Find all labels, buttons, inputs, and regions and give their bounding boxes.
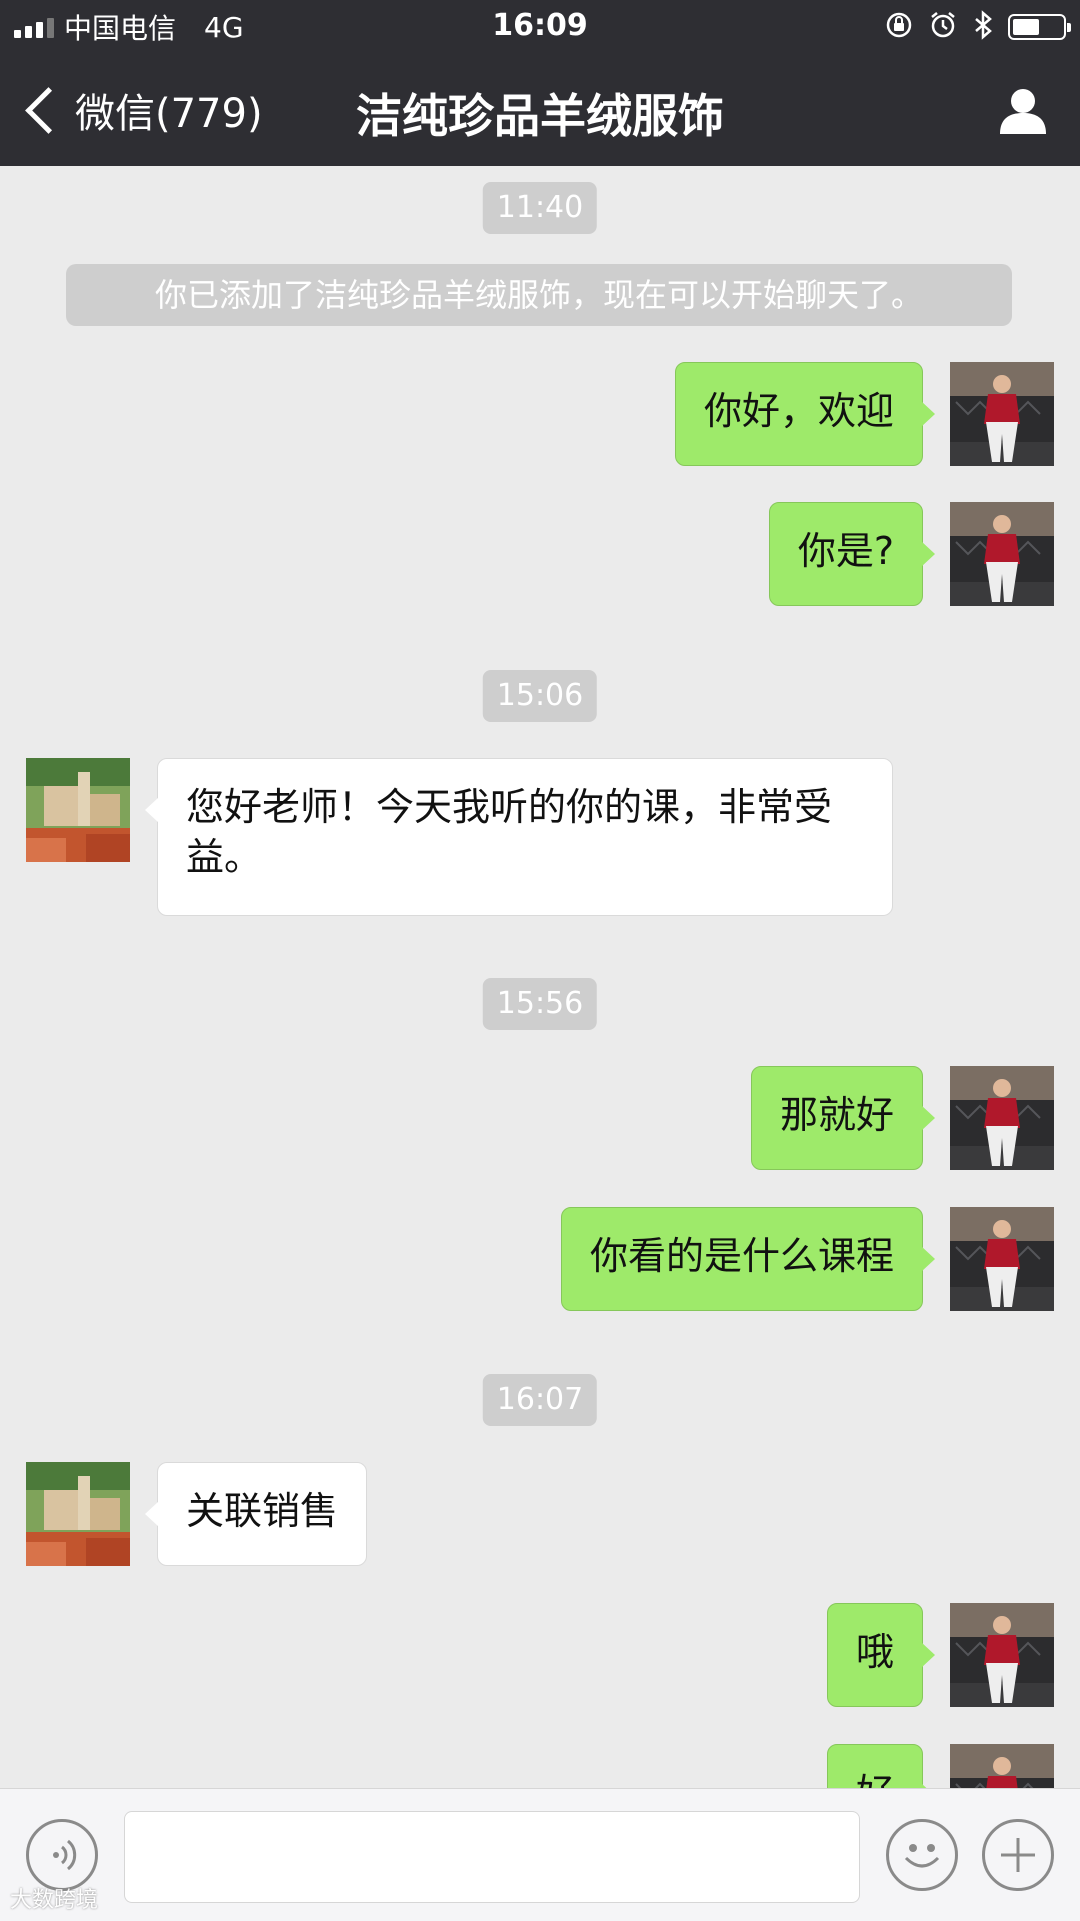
chat-title: 洁纯珍品羊绒服饰 <box>356 89 724 143</box>
status-right <box>884 9 1071 45</box>
self-avatar[interactable] <box>950 502 1054 606</box>
profile-button[interactable] <box>996 84 1050 138</box>
watermark: 大数跨境 <box>10 1888 99 1913</box>
timestamp: 15:06 <box>482 670 598 722</box>
message-bubble[interactable]: 你是? <box>768 502 936 606</box>
timestamp: 11:40 <box>482 182 598 234</box>
alarm-icon <box>928 10 958 45</box>
person-icon <box>1000 89 1046 134</box>
bluetooth-icon <box>972 9 994 45</box>
emoji-icon <box>904 1844 940 1868</box>
message-bubble[interactable]: 哦 <box>826 1603 936 1707</box>
self-avatar[interactable] <box>950 1066 1054 1170</box>
battery-icon <box>1008 14 1071 40</box>
self-avatar[interactable] <box>950 362 1054 466</box>
emoji-button[interactable] <box>886 1819 958 1891</box>
voice-icon <box>53 1839 77 1871</box>
system-notice: 你已添加了洁纯珍品羊绒服饰，现在可以开始聊天了。 <box>66 264 1012 326</box>
message-bubble[interactable]: 您好老师！今天我听的你的课，非常受益。 <box>145 758 893 916</box>
input-bar <box>0 1788 1080 1921</box>
status-bar: 中国电信 4G 16:09 <box>0 0 1080 54</box>
self-avatar[interactable] <box>950 1744 1054 1788</box>
message-bubble[interactable]: 那就好 <box>750 1066 936 1170</box>
rotation-lock-icon <box>884 10 914 45</box>
message-bubble[interactable]: 好 <box>826 1744 936 1788</box>
timestamp: 16:07 <box>482 1374 598 1426</box>
message-input[interactable] <box>124 1811 860 1903</box>
timestamp: 15:56 <box>482 978 598 1030</box>
chat-area[interactable]: 11:40 你已添加了洁纯珍品羊绒服饰，现在可以开始聊天了。 你好，欢迎 你是?… <box>0 166 1080 1788</box>
self-avatar[interactable] <box>950 1603 1054 1707</box>
plus-button[interactable] <box>982 1819 1054 1891</box>
peer-avatar[interactable] <box>26 758 130 862</box>
message-bubble[interactable]: 你好，欢迎 <box>674 362 936 466</box>
plus-icon <box>1001 1838 1035 1872</box>
peer-avatar[interactable] <box>26 1462 130 1566</box>
message-bubble[interactable]: 你看的是什么课程 <box>560 1207 936 1311</box>
nav-bar: 微信(779) 洁纯珍品羊绒服饰 <box>0 54 1080 166</box>
battery-level <box>1013 19 1039 35</box>
self-avatar[interactable] <box>950 1207 1054 1311</box>
voice-button[interactable] <box>26 1819 98 1891</box>
message-bubble[interactable]: 关联销售 <box>144 1462 368 1566</box>
